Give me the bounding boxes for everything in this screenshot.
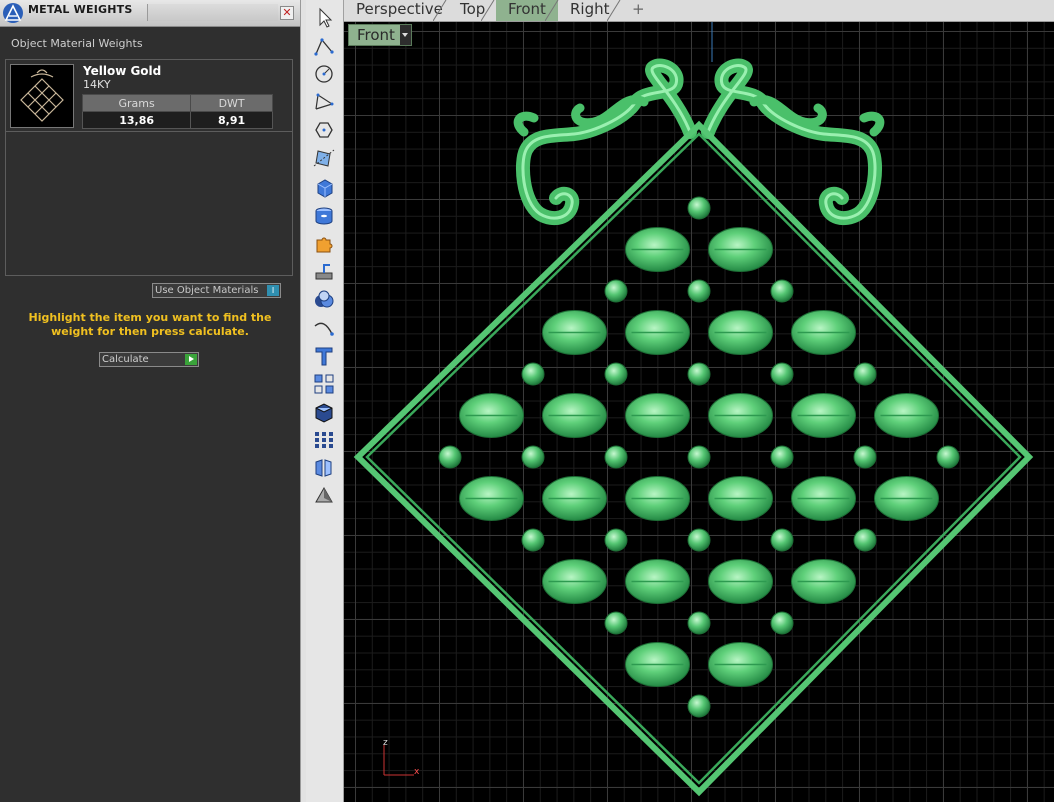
lattice-knot: [604, 611, 628, 635]
tab-label: Front: [508, 0, 546, 18]
metal-weights-panel: METAL WEIGHTS ✕ Object Material Weights …: [0, 0, 300, 802]
weights-table: Grams DWT 13,86 8,91: [81, 94, 273, 129]
lattice-knot: [604, 279, 628, 303]
tab-perspective[interactable]: Perspective: [344, 0, 447, 21]
lattice-knot: [936, 445, 960, 469]
extrude-icon[interactable]: [310, 260, 338, 284]
cylinder-icon[interactable]: [310, 204, 338, 228]
lattice-knot: [687, 528, 711, 552]
play-arrow-icon[interactable]: [185, 354, 197, 365]
material-karat: 14KY: [83, 78, 111, 91]
axis-z-label: z: [383, 738, 388, 748]
lattice-knot: [687, 362, 711, 386]
lattice-knot: [853, 445, 877, 469]
polyline-icon[interactable]: [310, 34, 338, 58]
tab-label: Right: [570, 0, 610, 18]
scroll-ornament: [513, 58, 885, 226]
chevron-down-icon[interactable]: [400, 25, 411, 45]
panel-drag-handle[interactable]: [147, 4, 278, 21]
close-icon[interactable]: ✕: [280, 6, 294, 20]
boolean-icon[interactable]: [310, 288, 338, 312]
axis-x-label: x: [414, 767, 420, 777]
view-selector[interactable]: Front: [348, 24, 412, 46]
box-icon[interactable]: [310, 176, 338, 200]
section-title: Object Material Weights: [11, 37, 143, 50]
circle-icon[interactable]: [310, 62, 338, 86]
array-icon[interactable]: [310, 372, 338, 396]
lattice-knot: [687, 611, 711, 635]
panel-title: METAL WEIGHTS: [28, 3, 133, 16]
lattice-knot: [770, 445, 794, 469]
column-header-dwt: DWT: [190, 94, 273, 112]
lattice-knot: [604, 445, 628, 469]
solid-tool-icon[interactable]: [310, 400, 338, 424]
lattice-knot: [687, 445, 711, 469]
use-object-materials-label: Use Object Materials: [155, 285, 259, 296]
dwt-value: 8,91: [190, 111, 273, 129]
use-object-materials-toggle[interactable]: Use Object Materials I: [152, 283, 281, 298]
view-label: Front: [357, 26, 395, 44]
transform-icon[interactable]: [310, 146, 338, 170]
material-item[interactable]: Yellow Gold 14KY Grams DWT 13,86 8,91: [6, 60, 292, 132]
pendant-model: [353, 22, 1034, 797]
grid-array-icon[interactable]: [310, 428, 338, 452]
tab-right[interactable]: Right: [558, 0, 621, 21]
toggle-icon[interactable]: I: [267, 285, 279, 296]
tab-top[interactable]: Top: [448, 0, 495, 21]
column-header-grams: Grams: [81, 94, 192, 112]
material-list: Yellow Gold 14KY Grams DWT 13,86 8,91: [5, 59, 293, 276]
lattice-knot: [604, 528, 628, 552]
panel-title-bar[interactable]: METAL WEIGHTS ✕: [0, 0, 300, 27]
text-tool-icon[interactable]: [310, 344, 338, 368]
lattice-knot: [687, 694, 711, 718]
object-thumbnail: [10, 64, 74, 128]
polygon-icon[interactable]: [310, 118, 338, 142]
lattice-knot: [521, 362, 545, 386]
axis-gizmo: [383, 745, 414, 776]
lattice-knot: [438, 445, 462, 469]
material-name: Yellow Gold: [83, 64, 162, 78]
lattice-pattern: [438, 196, 960, 718]
tab-front[interactable]: Front: [496, 0, 559, 21]
calculate-label: Calculate: [102, 354, 149, 365]
tab-label: Perspective: [356, 0, 443, 18]
curve-icon[interactable]: [310, 90, 338, 114]
tool-palette: [306, 0, 344, 802]
calculate-button[interactable]: Calculate: [99, 352, 199, 367]
add-tab-icon[interactable]: +: [622, 0, 652, 21]
front-viewport[interactable]: Front z x: [344, 22, 1054, 802]
render-icon[interactable]: [310, 484, 338, 508]
lattice-knot: [853, 528, 877, 552]
lattice-knot: [770, 362, 794, 386]
puzzle-icon[interactable]: [310, 232, 338, 256]
lattice-knot: [604, 362, 628, 386]
viewport-tabs: Perspective Top Front Right +: [344, 0, 1054, 22]
app-logo-icon: [3, 3, 23, 23]
lattice-knot: [521, 445, 545, 469]
lattice-knot: [770, 611, 794, 635]
select-arrow-icon[interactable]: [310, 6, 338, 30]
rail-curve-icon[interactable]: [310, 316, 338, 340]
grams-value: 13,86: [81, 111, 192, 129]
instructions-text: Highlight the item you want to find the …: [28, 311, 272, 338]
lattice-knot: [521, 528, 545, 552]
lattice-knot: [687, 279, 711, 303]
lattice-knot: [770, 279, 794, 303]
lattice-knot: [853, 362, 877, 386]
mirror-icon[interactable]: [310, 456, 338, 480]
lattice-knot: [770, 528, 794, 552]
lattice-knot: [687, 196, 711, 220]
